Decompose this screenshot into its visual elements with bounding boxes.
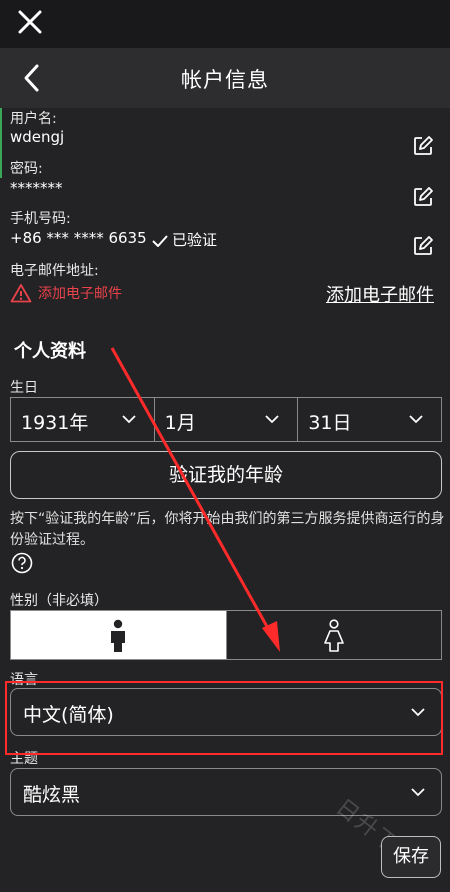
annotation-arrow bbox=[110, 347, 280, 652]
save-button[interactable]: 保存 bbox=[381, 836, 441, 878]
